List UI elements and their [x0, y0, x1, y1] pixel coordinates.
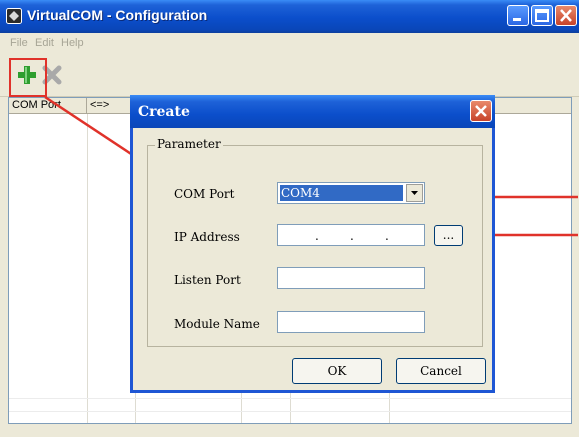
- menu-help[interactable]: Help: [61, 37, 84, 49]
- dialog-close-button[interactable]: [470, 100, 492, 122]
- ip-separator: .: [315, 229, 319, 243]
- column-divider: [87, 114, 88, 423]
- toolbar: [0, 56, 579, 97]
- app-icon: [6, 8, 22, 24]
- cancel-button[interactable]: Cancel: [396, 358, 486, 384]
- ok-button[interactable]: OK: [292, 358, 382, 384]
- ip-separator: .: [350, 229, 354, 243]
- title-bar[interactable]: VirtualCOM - Configuration: [0, 0, 579, 33]
- chevron-down-icon: [411, 191, 418, 195]
- ip-separator: .: [385, 229, 389, 243]
- close-button[interactable]: [555, 5, 577, 26]
- module-name-input[interactable]: [277, 311, 425, 333]
- module-name-label: Module Name: [174, 317, 260, 331]
- ip-address-label: IP Address: [174, 230, 240, 244]
- column-header-com-port[interactable]: COM Port: [9, 98, 87, 114]
- listen-port-input[interactable]: [277, 267, 425, 289]
- create-dialog: Create Parameter COM Port COM4 IP Addres…: [130, 95, 495, 393]
- row-divider: [9, 411, 571, 412]
- row-divider: [9, 398, 571, 399]
- parameter-group-label: Parameter: [155, 137, 223, 151]
- window-title: VirtualCOM - Configuration: [27, 7, 208, 23]
- toolbar-highlight-box: [9, 58, 47, 97]
- listen-port-label: Listen Port: [174, 273, 241, 287]
- ip-browse-button[interactable]: ...: [434, 225, 463, 246]
- maximize-button[interactable]: [531, 5, 553, 26]
- dialog-title: Create: [138, 104, 190, 120]
- menu-edit[interactable]: Edit: [35, 37, 54, 49]
- com-port-select[interactable]: COM4: [277, 182, 425, 204]
- maximize-icon: [535, 9, 549, 22]
- com-port-label: COM Port: [174, 187, 235, 201]
- com-port-dropdown-button[interactable]: [406, 184, 423, 202]
- dialog-title-bar[interactable]: Create: [130, 95, 495, 128]
- minimize-icon: [513, 18, 521, 21]
- menu-file[interactable]: File: [10, 37, 28, 49]
- ip-address-field[interactable]: . . .: [277, 224, 425, 246]
- column-header-direction[interactable]: <=>: [87, 98, 135, 114]
- com-port-selected-value: COM4: [280, 185, 403, 201]
- close-icon: [475, 105, 487, 117]
- minimize-button[interactable]: [507, 5, 529, 26]
- close-icon: [560, 9, 572, 22]
- menu-bar: File Edit Help: [0, 33, 579, 55]
